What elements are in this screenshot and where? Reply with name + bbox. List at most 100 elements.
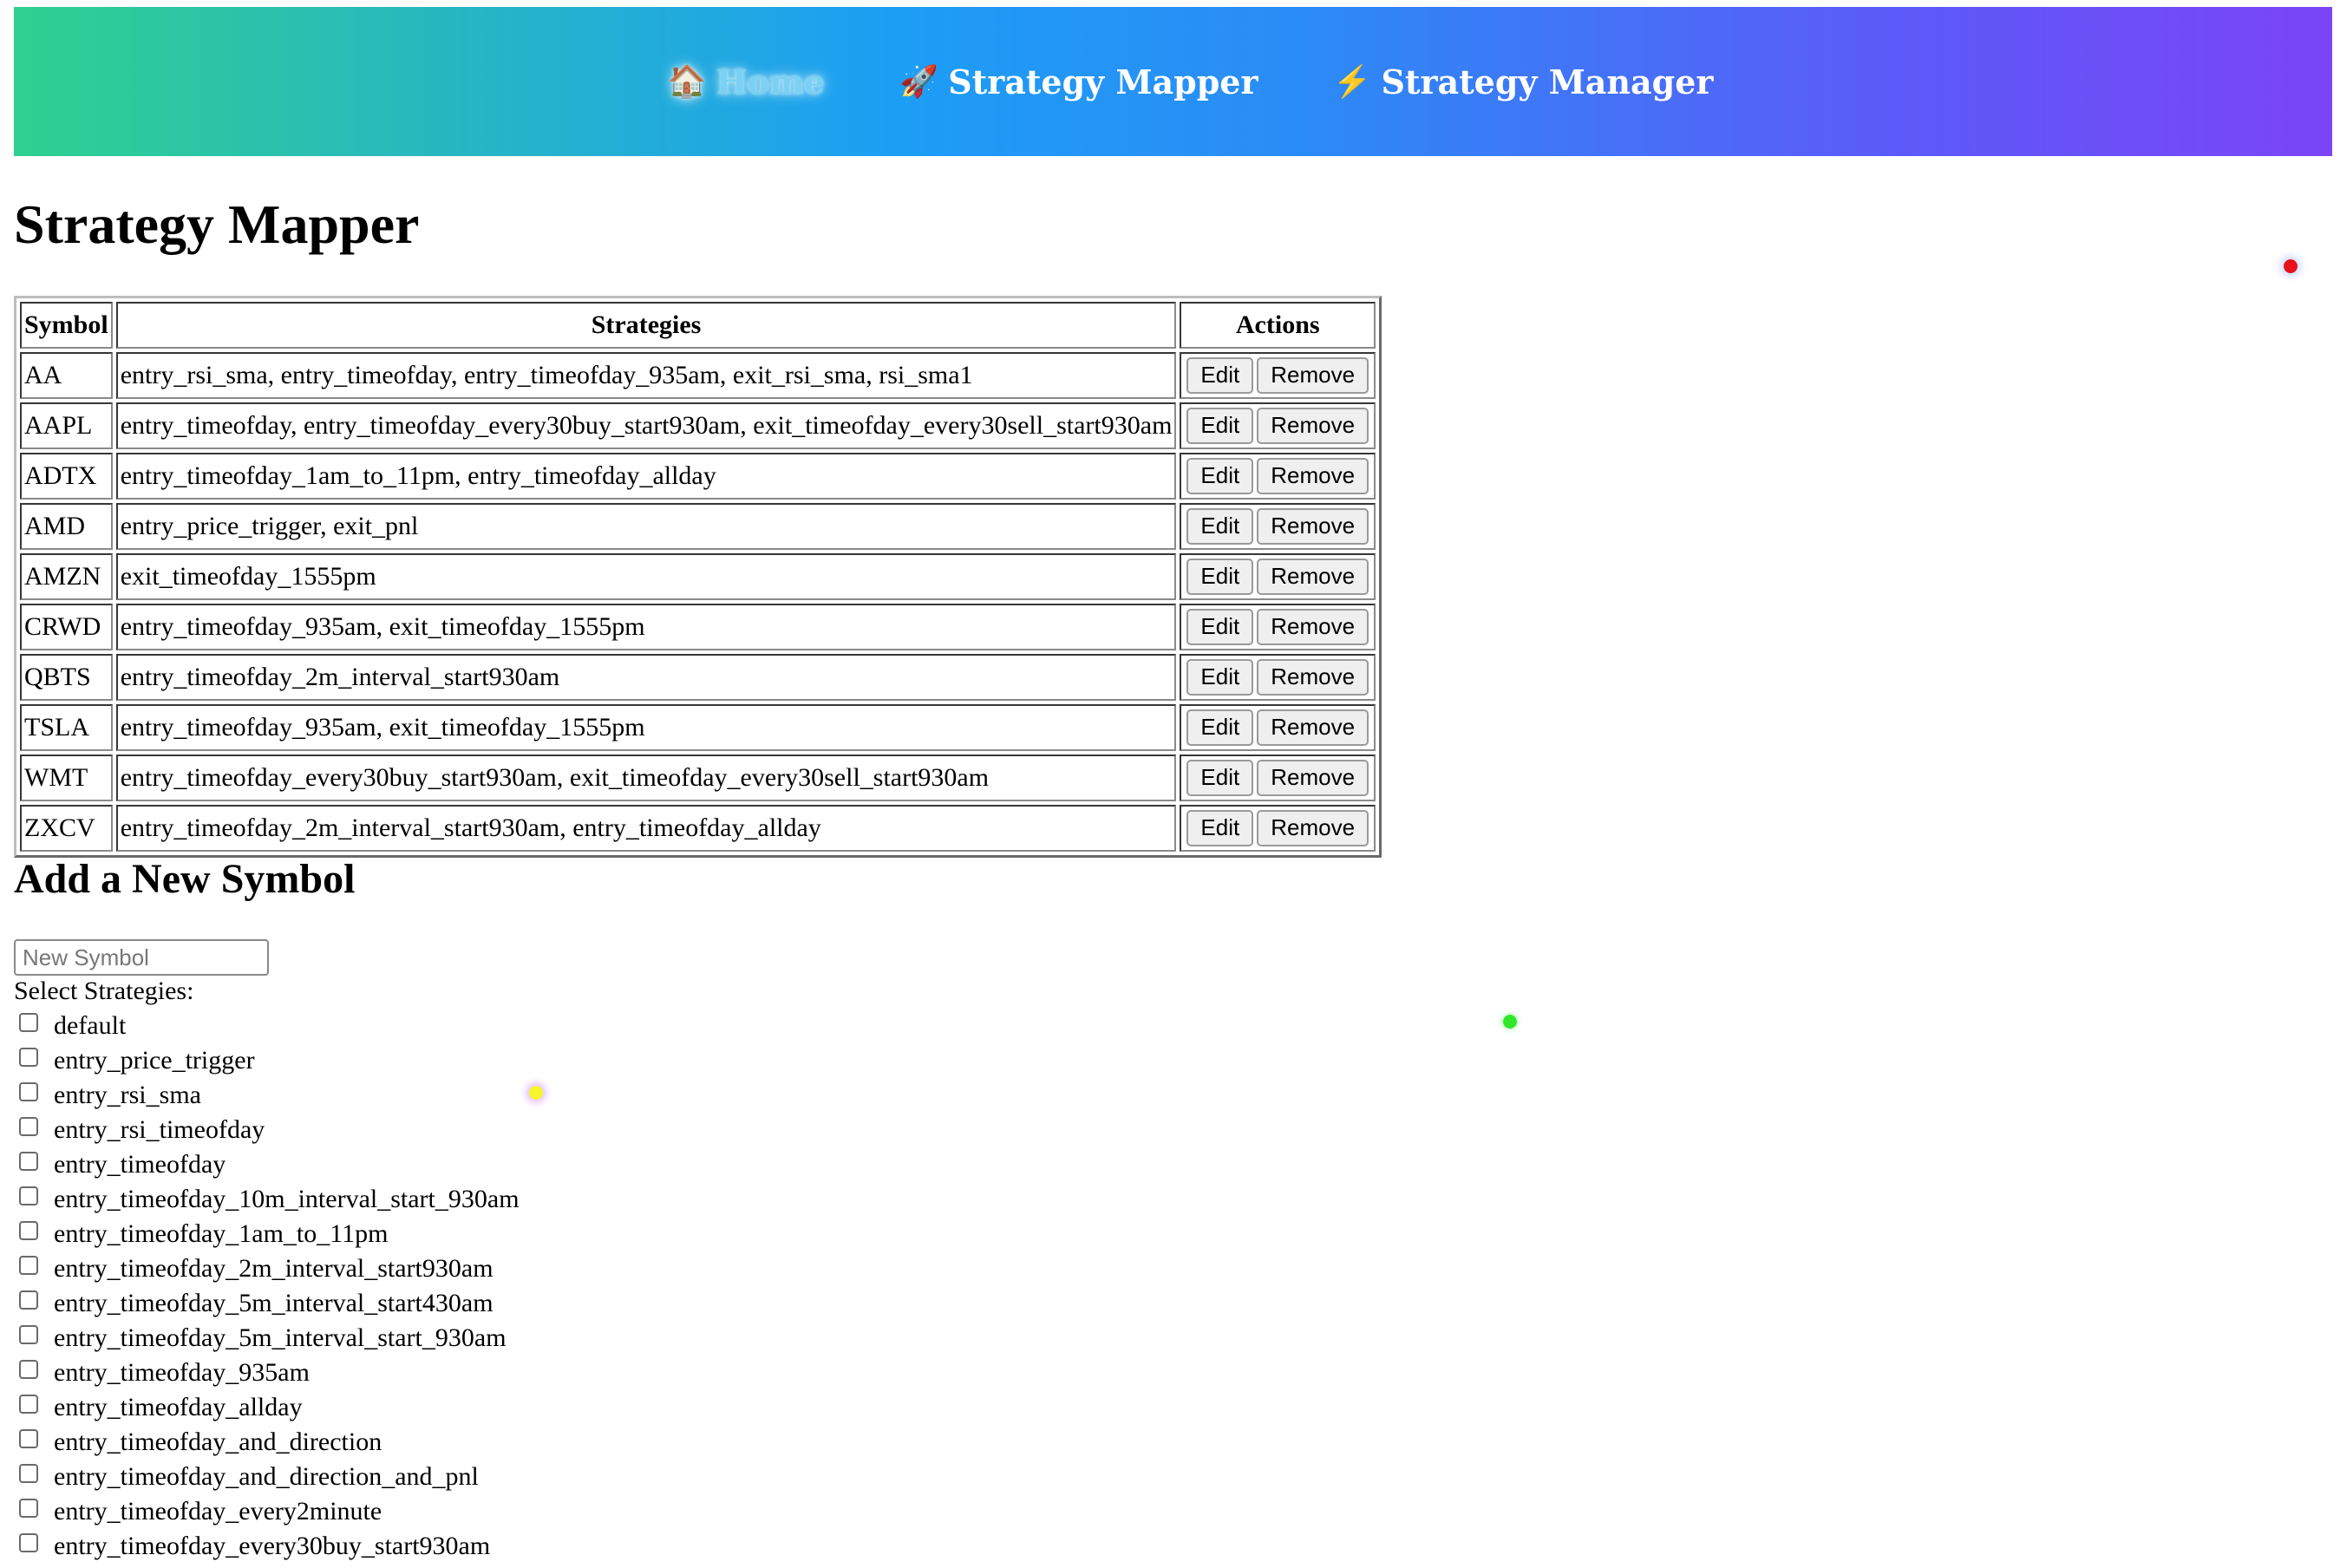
strategy-checkbox[interactable] <box>19 1533 38 1552</box>
strategies-cell: entry_rsi_sma, entry_timeofday, entry_ti… <box>115 352 1177 399</box>
strategy-option: entry_timeofday_allday <box>19 1390 520 1425</box>
strategy-option-label: entry_timeofday_935am <box>54 1358 310 1387</box>
edit-button[interactable]: Edit <box>1186 810 1254 846</box>
edit-button[interactable]: Edit <box>1186 357 1254 394</box>
strategy-option-label: entry_timeofday <box>54 1150 226 1179</box>
remove-button[interactable]: Remove <box>1257 760 1369 796</box>
strategy-checkbox[interactable] <box>19 1290 38 1310</box>
remove-button[interactable]: Remove <box>1257 609 1369 645</box>
top-navbar: 🏠 Home 🚀 Strategy Mapper ⚡ Strategy Mana… <box>14 7 2332 156</box>
strategy-option: entry_timeofday_2m_interval_start930am <box>19 1251 520 1286</box>
strategy-option: entry_timeofday_10m_interval_start_930am <box>19 1182 520 1217</box>
remove-button[interactable]: Remove <box>1257 559 1369 595</box>
remove-button[interactable]: Remove <box>1257 508 1369 545</box>
actions-cell: Edit Remove <box>1180 654 1376 701</box>
edit-button[interactable]: Edit <box>1186 760 1254 796</box>
strategy-option: entry_timeofday_and_direction_and_pnl <box>19 1460 520 1494</box>
symbol-cell: CRWD <box>20 604 113 650</box>
strategy-checkbox[interactable] <box>19 1429 38 1448</box>
strategy-option: default <box>19 1009 520 1043</box>
strategy-option: entry_timeofday_5m_interval_start430am <box>19 1286 520 1321</box>
table-body: AA entry_rsi_sma, entry_timeofday, entry_… <box>20 352 1376 852</box>
strategy-checkbox[interactable] <box>19 1360 38 1379</box>
strategy-option-label: entry_timeofday_5m_interval_start_930am <box>54 1323 507 1352</box>
strategies-cell: entry_timeofday_2m_interval_start930am, … <box>115 805 1177 852</box>
red-indicator-dot <box>2284 259 2298 273</box>
strategy-option: entry_timeofday_every30buy_start930am <box>19 1529 520 1564</box>
edit-button[interactable]: Edit <box>1186 559 1254 595</box>
symbol-cell: AMZN <box>20 553 113 600</box>
strategy-checkbox-list: default entry_price_trigger entry_rsi_smae… <box>19 1009 520 1564</box>
symbol-cell: AMD <box>20 503 113 550</box>
strategy-option-label: entry_rsi_sma <box>54 1081 201 1109</box>
column-header-strategies: Strategies <box>115 302 1177 349</box>
nav-strategy-manager-label: Strategy Manager <box>1381 62 1714 101</box>
nav-strategy-mapper-link[interactable]: 🚀 Strategy Mapper <box>899 62 1258 101</box>
strategies-cell: entry_timeofday_every30buy_start930am, e… <box>115 755 1177 801</box>
strategy-mapping-table: Symbol Strategies Actions AA entry_rsi_sm… <box>14 296 1382 858</box>
table-row: AMZN exit_timeofday_1555pm Edit Remove <box>20 553 1376 600</box>
edit-button[interactable]: Edit <box>1186 609 1254 645</box>
strategy-checkbox[interactable] <box>19 1048 38 1067</box>
new-symbol-input[interactable] <box>14 939 269 976</box>
strategy-option-label: entry_timeofday_allday <box>54 1393 303 1421</box>
actions-cell: Edit Remove <box>1180 805 1376 852</box>
symbol-cell: WMT <box>20 755 113 801</box>
select-strategies-label: Select Strategies: <box>14 977 194 1005</box>
strategy-option: entry_timeofday_1am_to_11pm <box>19 1217 520 1251</box>
strategy-checkbox[interactable] <box>19 1082 38 1101</box>
strategy-checkbox[interactable] <box>19 1186 38 1205</box>
actions-cell: Edit Remove <box>1180 453 1376 500</box>
strategy-option-label: entry_timeofday_every30buy_start930am <box>54 1532 491 1560</box>
edit-button[interactable]: Edit <box>1186 408 1254 444</box>
strategy-option-label: entry_timeofday_1am_to_11pm <box>54 1219 389 1248</box>
strategy-option-label: default <box>54 1011 127 1040</box>
symbol-cell: TSLA <box>20 704 113 751</box>
actions-cell: Edit Remove <box>1180 704 1376 751</box>
edit-button[interactable]: Edit <box>1186 508 1254 545</box>
remove-button[interactable]: Remove <box>1257 408 1369 444</box>
strategy-checkbox[interactable] <box>19 1013 38 1032</box>
strategies-cell: entry_timeofday_935am, exit_timeofday_15… <box>115 704 1177 751</box>
lightning-icon: ⚡ <box>1332 63 1372 100</box>
remove-button[interactable]: Remove <box>1257 709 1369 746</box>
strategy-checkbox[interactable] <box>19 1499 38 1518</box>
actions-cell: Edit Remove <box>1180 755 1376 801</box>
strategies-cell: entry_price_trigger, exit_pnl <box>115 503 1177 550</box>
edit-button[interactable]: Edit <box>1186 458 1254 494</box>
remove-button[interactable]: Remove <box>1257 659 1369 696</box>
actions-cell: Edit Remove <box>1180 402 1376 449</box>
strategy-option: entry_price_trigger <box>19 1043 520 1078</box>
nav-home-label: Home <box>716 62 826 101</box>
symbol-cell: QBTS <box>20 654 113 701</box>
table-row: ZXCV entry_timeofday_2m_interval_start930… <box>20 805 1376 852</box>
strategy-checkbox[interactable] <box>19 1117 38 1136</box>
strategy-option: entry_timeofday_and_direction <box>19 1425 520 1460</box>
edit-button[interactable]: Edit <box>1186 659 1254 696</box>
symbol-cell: AA <box>20 352 113 399</box>
actions-cell: Edit Remove <box>1180 604 1376 650</box>
nav-strategy-manager-link[interactable]: ⚡ Strategy Manager <box>1332 62 1713 101</box>
strategy-option: entry_rsi_sma <box>19 1078 520 1113</box>
nav-home-link[interactable]: 🏠 Home <box>668 62 826 101</box>
strategies-cell: exit_timeofday_1555pm <box>115 553 1177 600</box>
strategy-option: entry_timeofday_every2minute <box>19 1494 520 1529</box>
remove-button[interactable]: Remove <box>1257 458 1369 494</box>
edit-button[interactable]: Edit <box>1186 709 1254 746</box>
strategy-checkbox[interactable] <box>19 1256 38 1275</box>
strategy-checkbox[interactable] <box>19 1152 38 1171</box>
strategy-checkbox[interactable] <box>19 1325 38 1344</box>
remove-button[interactable]: Remove <box>1257 810 1369 846</box>
strategy-option: entry_timeofday <box>19 1147 520 1182</box>
strategy-checkbox[interactable] <box>19 1464 38 1483</box>
yellow-indicator-dot <box>529 1086 543 1100</box>
column-header-symbol: Symbol <box>20 302 113 349</box>
remove-button[interactable]: Remove <box>1257 357 1369 394</box>
strategy-checkbox[interactable] <box>19 1395 38 1414</box>
strategy-option-label: entry_timeofday_10m_interval_start_930am <box>54 1185 520 1213</box>
table-row: TSLA entry_timeofday_935am, exit_timeofda… <box>20 704 1376 751</box>
symbol-cell: ZXCV <box>20 805 113 852</box>
house-icon: 🏠 <box>667 63 707 100</box>
strategy-option-label: entry_timeofday_5m_interval_start430am <box>54 1289 493 1317</box>
strategy-checkbox[interactable] <box>19 1221 38 1240</box>
